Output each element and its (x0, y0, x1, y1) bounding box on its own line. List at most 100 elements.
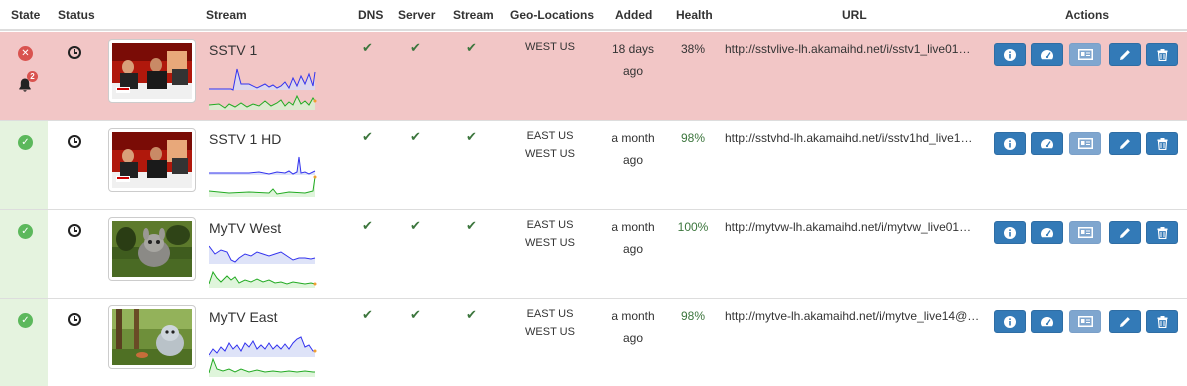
health-value: 98% (680, 309, 706, 323)
screenshot-button[interactable] (1069, 43, 1101, 66)
stream-name[interactable]: SSTV 1 HD (209, 131, 281, 147)
geo-locations: EAST US WEST US (510, 305, 590, 341)
col-header-url: URL (842, 8, 867, 22)
delete-button[interactable] (1146, 132, 1178, 155)
stream-checkmark-icon: ✔ (466, 130, 477, 145)
dns-checkmark-icon: ✔ (362, 219, 373, 234)
dns-checkmark-icon: ✔ (362, 308, 373, 323)
edit-button[interactable] (1109, 310, 1141, 333)
edit-button[interactable] (1109, 43, 1141, 66)
stream-url[interactable]: http://sstvlive-lh.akamaihd.net/i/sstv1_… (725, 42, 980, 56)
col-header-server: Server (398, 8, 436, 22)
stream-thumbnail[interactable] (108, 305, 196, 369)
added-text-suffix: ago (622, 331, 644, 345)
col-header-status: Status (58, 8, 95, 22)
clock-icon[interactable] (68, 46, 81, 59)
col-header-stream-check: Stream (453, 8, 494, 22)
geo-location: EAST US (526, 219, 574, 231)
stream-thumbnail[interactable] (108, 128, 196, 192)
added-text-suffix: ago (622, 242, 644, 256)
geo-location: WEST US (525, 41, 575, 53)
dashboard-button[interactable] (1031, 43, 1063, 66)
info-button[interactable] (994, 43, 1026, 66)
geo-locations: EAST US WEST US (510, 127, 590, 163)
added-text: a month (611, 131, 655, 145)
trash-icon (1157, 137, 1167, 150)
table-row[interactable]: ✓ SSTV 1 HD ✔ ✔ ✔ EAST US WEST US a mont (0, 121, 1187, 210)
screenshot-button[interactable] (1069, 221, 1101, 244)
screenshot-icon (1077, 49, 1093, 60)
screenshot-button[interactable] (1069, 132, 1101, 155)
stream-sparkline (209, 245, 317, 288)
stream-name[interactable]: SSTV 1 (209, 42, 257, 58)
check-circle-icon: ✓ (18, 135, 33, 150)
stream-checkmark-icon: ✔ (466, 308, 477, 323)
geo-location: WEST US (525, 237, 575, 249)
dashboard-icon (1041, 50, 1053, 60)
geo-location: EAST US (526, 308, 574, 320)
edit-button[interactable] (1109, 132, 1141, 155)
clock-icon[interactable] (68, 313, 81, 326)
info-icon (1004, 48, 1016, 61)
info-button[interactable] (994, 221, 1026, 244)
stream-sparkline (209, 336, 317, 377)
delete-button[interactable] (1146, 310, 1178, 333)
dashboard-button[interactable] (1031, 221, 1063, 244)
server-checkmark-icon: ✔ (410, 308, 421, 323)
stream-thumbnail[interactable] (108, 39, 196, 103)
col-header-stream: Stream (206, 8, 247, 22)
added-date: a month ago (602, 127, 664, 171)
dashboard-icon (1041, 139, 1053, 149)
table-row[interactable]: ✓ MyTV West ✔ ✔ ✔ EAST US WEST US a mont (0, 210, 1187, 299)
dashboard-icon (1041, 317, 1053, 327)
edit-pencil-icon (1120, 316, 1130, 327)
stream-name[interactable]: MyTV West (209, 220, 281, 236)
clock-icon[interactable] (68, 224, 81, 237)
info-icon (1004, 315, 1016, 328)
geo-locations: EAST US WEST US (510, 216, 590, 252)
dashboard-button[interactable] (1031, 310, 1063, 333)
added-text-suffix: ago (622, 153, 644, 167)
stream-url[interactable]: http://mytvw-lh.akamaihd.net/i/mytvw_liv… (725, 220, 980, 234)
col-header-geo: Geo-Locations (510, 8, 595, 22)
trash-icon (1157, 48, 1167, 61)
server-checkmark-icon: ✔ (410, 41, 421, 56)
geo-location: EAST US (526, 130, 574, 142)
stream-name[interactable]: MyTV East (209, 309, 277, 325)
stream-thumbnail[interactable] (108, 217, 196, 281)
screenshot-button[interactable] (1069, 310, 1101, 333)
info-button[interactable] (994, 132, 1026, 155)
added-date: a month ago (602, 216, 664, 260)
col-header-state: State (11, 8, 41, 22)
notification-count-badge: 2 (27, 71, 38, 82)
server-checkmark-icon: ✔ (410, 219, 421, 234)
dns-checkmark-icon: ✔ (362, 130, 373, 145)
edit-button[interactable] (1109, 221, 1141, 244)
info-icon (1004, 137, 1016, 150)
delete-button[interactable] (1146, 43, 1178, 66)
added-date: a month ago (602, 305, 664, 349)
delete-button[interactable] (1146, 221, 1178, 244)
added-date: 18 days ago (602, 38, 664, 82)
stream-url[interactable]: http://sstvhd-lh.akamaihd.net/i/sstv1hd_… (725, 131, 980, 145)
table-row[interactable]: ✓ MyTV East ✔ ✔ ✔ EAST US WEST US a mont… (0, 299, 1187, 386)
table-row[interactable]: ✕ 2 SSTV 1 ✔ ✔ ✔ WEST US 18 days ago 38%… (0, 32, 1187, 121)
dashboard-button[interactable] (1031, 132, 1063, 155)
geo-locations: WEST US (510, 38, 590, 56)
added-text: a month (611, 220, 655, 234)
stream-checkmark-icon: ✔ (466, 41, 477, 56)
table-header: State Status Stream DNS Server Stream Ge… (0, 0, 1187, 31)
stream-sparkline (209, 156, 317, 197)
stream-url[interactable]: http://mytve-lh.akamaihd.net/i/mytve_liv… (725, 309, 980, 323)
clock-icon[interactable] (68, 135, 81, 148)
info-button[interactable] (994, 310, 1026, 333)
check-circle-icon: ✓ (18, 313, 33, 328)
geo-location: WEST US (525, 148, 575, 160)
col-header-health: Health (676, 8, 713, 22)
dashboard-icon (1041, 228, 1053, 238)
info-icon (1004, 226, 1016, 239)
added-text-suffix: ago (622, 64, 644, 78)
stream-sparkline (209, 68, 317, 110)
health-value: 38% (680, 42, 706, 56)
screenshot-icon (1077, 316, 1093, 327)
